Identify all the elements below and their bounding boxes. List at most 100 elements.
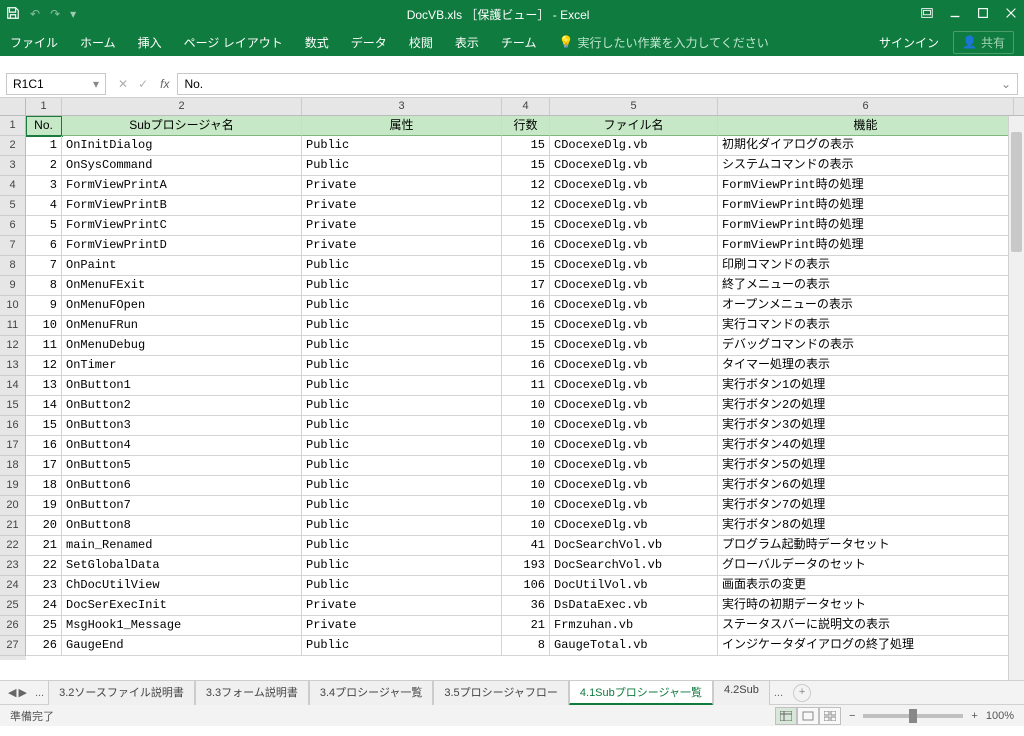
table-cell[interactable]: 実行コマンドの表示 bbox=[718, 316, 1014, 336]
table-cell[interactable]: 実行時の初期データセット bbox=[718, 596, 1014, 616]
row-header[interactable]: 11 bbox=[0, 316, 26, 336]
table-cell[interactable]: Public bbox=[302, 576, 502, 596]
vertical-scrollbar[interactable] bbox=[1008, 116, 1024, 680]
table-cell[interactable]: 15 bbox=[502, 336, 550, 356]
row-header[interactable]: 25 bbox=[0, 596, 26, 616]
table-cell[interactable]: CDocexeDlg.vb bbox=[550, 196, 718, 216]
select-all-corner[interactable] bbox=[0, 98, 26, 116]
table-cell[interactable]: Private bbox=[302, 616, 502, 636]
table-cell[interactable]: 12 bbox=[26, 356, 62, 376]
qat-dropdown-icon[interactable]: ▾ bbox=[70, 7, 76, 21]
table-cell[interactable]: 21 bbox=[26, 536, 62, 556]
table-cell[interactable]: Public bbox=[302, 516, 502, 536]
table-cell[interactable]: 画面表示の変更 bbox=[718, 576, 1014, 596]
table-cell[interactable]: OnSysCommand bbox=[62, 156, 302, 176]
table-cell[interactable]: 12 bbox=[502, 196, 550, 216]
table-cell[interactable]: CDocexeDlg.vb bbox=[550, 516, 718, 536]
expand-formula-icon[interactable]: ⌄ bbox=[1001, 77, 1011, 91]
column-header[interactable]: 2 bbox=[62, 98, 302, 115]
table-cell[interactable]: 8 bbox=[26, 276, 62, 296]
table-cell[interactable]: 9 bbox=[26, 296, 62, 316]
tab-nav-next-icon[interactable]: ▶ bbox=[18, 686, 26, 699]
tab-insert[interactable]: 挿入 bbox=[138, 34, 162, 51]
row-header[interactable]: 26 bbox=[0, 616, 26, 636]
table-header-cell[interactable]: 属性 bbox=[302, 116, 502, 136]
table-cell[interactable]: 15 bbox=[502, 216, 550, 236]
redo-icon[interactable]: ↷ bbox=[50, 7, 60, 21]
table-header-cell[interactable]: 機能 bbox=[718, 116, 1014, 136]
table-cell[interactable]: OnButton1 bbox=[62, 376, 302, 396]
table-cell[interactable]: 実行ボタン3の処理 bbox=[718, 416, 1014, 436]
table-cell[interactable]: CDocexeDlg.vb bbox=[550, 396, 718, 416]
table-cell[interactable]: 実行ボタン8の処理 bbox=[718, 516, 1014, 536]
table-cell[interactable]: 10 bbox=[502, 456, 550, 476]
table-header-cell[interactable]: No. bbox=[26, 116, 62, 136]
table-cell[interactable]: 10 bbox=[502, 476, 550, 496]
table-cell[interactable]: 16 bbox=[502, 236, 550, 256]
save-icon[interactable] bbox=[6, 6, 20, 23]
row-header[interactable]: 17 bbox=[0, 436, 26, 456]
table-cell[interactable]: FormViewPrint時の処理 bbox=[718, 236, 1014, 256]
table-cell[interactable]: Public bbox=[302, 396, 502, 416]
table-cell[interactable]: 実行ボタン6の処理 bbox=[718, 476, 1014, 496]
table-cell[interactable]: DocSearchVol.vb bbox=[550, 536, 718, 556]
table-cell[interactable]: CDocexeDlg.vb bbox=[550, 476, 718, 496]
tab-formulas[interactable]: 数式 bbox=[305, 34, 329, 51]
table-cell[interactable]: CDocexeDlg.vb bbox=[550, 276, 718, 296]
table-cell[interactable]: CDocexeDlg.vb bbox=[550, 256, 718, 276]
tab-overflow-left[interactable]: ... bbox=[31, 684, 48, 702]
chevron-down-icon[interactable]: ▾ bbox=[93, 77, 99, 91]
zoom-in-button[interactable]: + bbox=[971, 710, 977, 722]
table-cell[interactable]: 実行ボタン7の処理 bbox=[718, 496, 1014, 516]
table-cell[interactable]: 17 bbox=[26, 456, 62, 476]
table-cell[interactable]: ステータスバーに説明文の表示 bbox=[718, 616, 1014, 636]
table-cell[interactable]: Public bbox=[302, 556, 502, 576]
table-cell[interactable]: OnInitDialog bbox=[62, 136, 302, 156]
view-normal-button[interactable] bbox=[775, 707, 797, 725]
table-cell[interactable]: 10 bbox=[502, 436, 550, 456]
table-cell[interactable]: CDocexeDlg.vb bbox=[550, 336, 718, 356]
table-cell[interactable]: OnButton5 bbox=[62, 456, 302, 476]
table-cell[interactable]: 106 bbox=[502, 576, 550, 596]
tab-file[interactable]: ファイル bbox=[10, 34, 58, 51]
table-cell[interactable]: OnButton3 bbox=[62, 416, 302, 436]
tab-data[interactable]: データ bbox=[351, 34, 387, 51]
table-cell[interactable]: OnMenuFRun bbox=[62, 316, 302, 336]
table-cell[interactable]: 17 bbox=[502, 276, 550, 296]
table-cell[interactable]: 20 bbox=[26, 516, 62, 536]
tab-overflow-right[interactable]: ... bbox=[770, 684, 787, 702]
table-cell[interactable]: プログラム起動時データセット bbox=[718, 536, 1014, 556]
table-cell[interactable]: Public bbox=[302, 156, 502, 176]
add-sheet-button[interactable]: + bbox=[793, 684, 811, 702]
row-header[interactable]: 3 bbox=[0, 156, 26, 176]
table-cell[interactable]: 11 bbox=[26, 336, 62, 356]
row-header[interactable]: 6 bbox=[0, 216, 26, 236]
cells-area[interactable]: No.Subプロシージャ名属性行数ファイル名機能1OnInitDialogPub… bbox=[26, 116, 1024, 660]
table-cell[interactable]: OnButton2 bbox=[62, 396, 302, 416]
table-cell[interactable]: 実行ボタン2の処理 bbox=[718, 396, 1014, 416]
row-header[interactable]: 21 bbox=[0, 516, 26, 536]
table-cell[interactable]: CDocexeDlg.vb bbox=[550, 176, 718, 196]
table-cell[interactable]: 26 bbox=[26, 636, 62, 656]
row-header[interactable]: 27 bbox=[0, 636, 26, 656]
table-cell[interactable]: 15 bbox=[502, 136, 550, 156]
table-cell[interactable]: 2 bbox=[26, 156, 62, 176]
table-cell[interactable]: 12 bbox=[502, 176, 550, 196]
row-header[interactable]: 24 bbox=[0, 576, 26, 596]
table-cell[interactable]: Public bbox=[302, 336, 502, 356]
column-header[interactable]: 5 bbox=[550, 98, 718, 115]
enter-icon[interactable]: ✓ bbox=[138, 77, 148, 91]
tab-home[interactable]: ホーム bbox=[80, 34, 116, 51]
table-cell[interactable]: GaugeTotal.vb bbox=[550, 636, 718, 656]
row-header[interactable]: 5 bbox=[0, 196, 26, 216]
table-cell[interactable]: 23 bbox=[26, 576, 62, 596]
table-cell[interactable]: 16 bbox=[502, 296, 550, 316]
table-cell[interactable]: MsgHook1_Message bbox=[62, 616, 302, 636]
name-box[interactable]: R1C1▾ bbox=[6, 73, 106, 95]
table-cell[interactable]: 16 bbox=[26, 436, 62, 456]
table-cell[interactable]: CDocexeDlg.vb bbox=[550, 216, 718, 236]
row-header[interactable]: 7 bbox=[0, 236, 26, 256]
undo-icon[interactable]: ↶ bbox=[30, 7, 40, 21]
table-cell[interactable]: グローバルデータのセット bbox=[718, 556, 1014, 576]
table-cell[interactable]: OnMenuFOpen bbox=[62, 296, 302, 316]
